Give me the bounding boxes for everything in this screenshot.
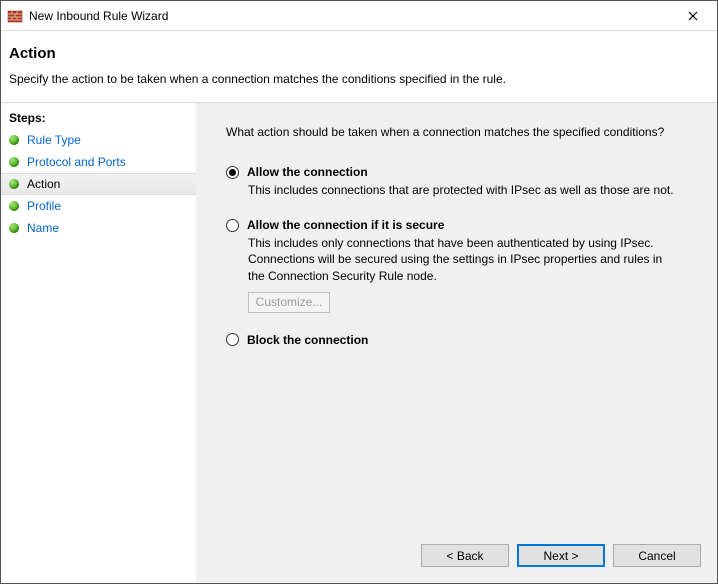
close-button[interactable] (670, 2, 715, 30)
step-profile[interactable]: Profile (1, 195, 196, 217)
content-panel: What action should be taken when a conne… (196, 103, 717, 583)
page-title: Action (9, 45, 709, 62)
step-label: Action (27, 177, 60, 191)
wizard-body: Steps: Rule Type Protocol and Ports Acti… (1, 102, 717, 583)
wizard-window: New Inbound Rule Wizard Action Specify t… (0, 0, 718, 584)
firewall-icon (7, 8, 23, 24)
option-allow: Allow the connection This includes conne… (226, 165, 699, 198)
customize-button: Customize... (248, 292, 330, 313)
step-bullet-icon (9, 201, 19, 211)
back-button[interactable]: < Back (421, 544, 509, 567)
option-desc: This includes only connections that have… (248, 235, 678, 284)
wizard-header: Action Specify the action to be taken wh… (1, 31, 717, 102)
content-prompt: What action should be taken when a conne… (226, 125, 699, 139)
step-protocol-ports[interactable]: Protocol and Ports (1, 151, 196, 173)
step-rule-type[interactable]: Rule Type (1, 129, 196, 151)
close-icon (688, 11, 698, 21)
step-label[interactable]: Rule Type (27, 133, 81, 147)
radio-allow-secure[interactable] (226, 219, 239, 232)
steps-title: Steps: (1, 109, 196, 129)
step-label[interactable]: Protocol and Ports (27, 155, 126, 169)
wizard-footer: < Back Next > Cancel (421, 544, 701, 567)
cancel-button[interactable]: Cancel (613, 544, 701, 567)
page-subtitle: Specify the action to be taken when a co… (9, 72, 709, 86)
option-allow-secure: Allow the connection if it is secure Thi… (226, 218, 699, 313)
window-title: New Inbound Rule Wizard (29, 9, 670, 23)
titlebar: New Inbound Rule Wizard (1, 1, 717, 31)
step-bullet-icon (9, 179, 19, 189)
step-bullet-icon (9, 223, 19, 233)
step-bullet-icon (9, 157, 19, 167)
steps-sidebar: Steps: Rule Type Protocol and Ports Acti… (1, 103, 196, 583)
option-desc: This includes connections that are prote… (248, 182, 678, 198)
step-label[interactable]: Name (27, 221, 59, 235)
option-label[interactable]: Block the connection (247, 333, 368, 347)
option-label[interactable]: Allow the connection if it is secure (247, 218, 444, 232)
step-label[interactable]: Profile (27, 199, 61, 213)
step-bullet-icon (9, 135, 19, 145)
step-name[interactable]: Name (1, 217, 196, 239)
step-action[interactable]: Action (1, 173, 196, 195)
radio-block[interactable] (226, 333, 239, 346)
option-label[interactable]: Allow the connection (247, 165, 368, 179)
next-button[interactable]: Next > (517, 544, 605, 567)
radio-allow[interactable] (226, 166, 239, 179)
option-block: Block the connection (226, 333, 699, 347)
